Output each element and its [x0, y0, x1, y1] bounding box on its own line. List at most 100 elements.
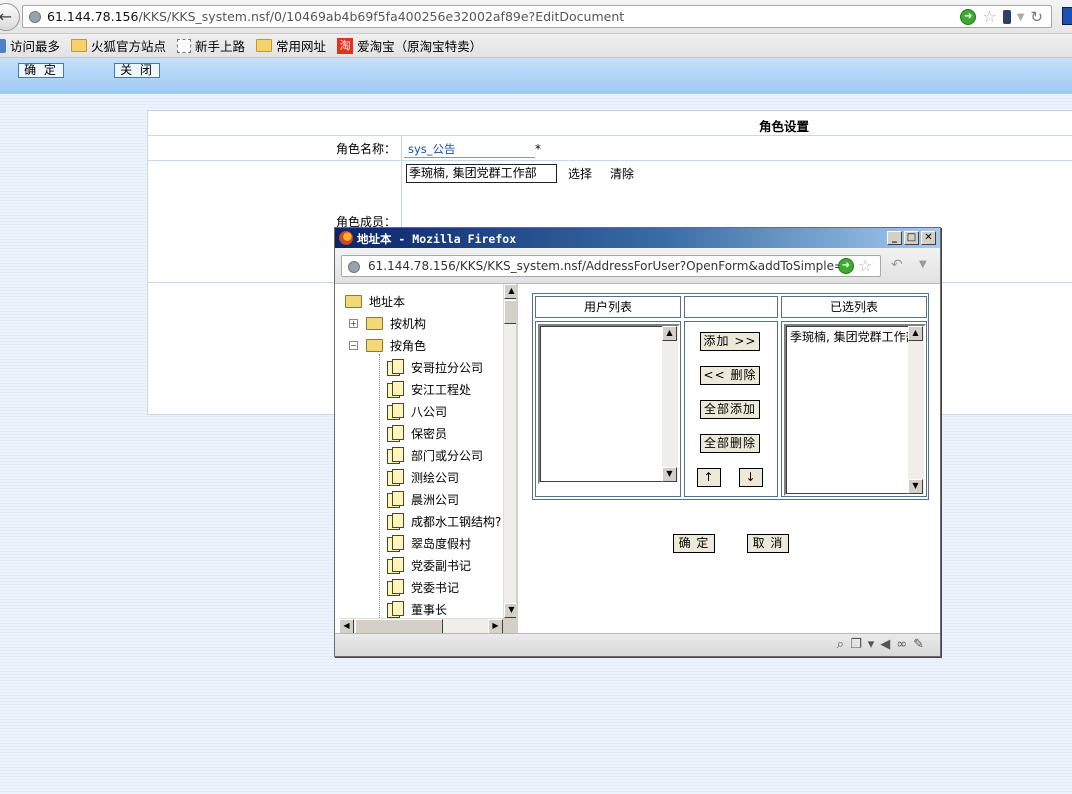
address-book-popup: 地址本 - Mozilla Firefox _ □ ✕ 61.144.78.15…	[334, 227, 941, 657]
scrollbar-corner	[503, 618, 516, 633]
tree-leaf-role[interactable]: 成都水工钢结构?	[387, 512, 501, 530]
scroll-down-icon[interactable]: ▼	[504, 603, 516, 618]
popup-content: 地址本 + 按机构 − 按角色 安哥拉分公司 安江工程处 八公司 保密员 部门或…	[335, 284, 940, 633]
tree-node-by-role[interactable]: − 按角色	[349, 336, 426, 354]
dropdown-arrow-icon[interactable]: ▼	[1017, 12, 1025, 23]
tree-leaf-role[interactable]: 安江工程处	[387, 380, 471, 398]
tree-leaf-role[interactable]: 部门或分公司	[387, 446, 483, 464]
bookmark-getting-started[interactable]: 新手上路	[177, 36, 245, 55]
listbox-scrollbar[interactable]: ▲ ▼	[662, 326, 678, 482]
tree-vertical-scrollbar[interactable]: ▲ ▼	[503, 284, 516, 618]
address-tree-frame: 地址本 + 按机构 − 按角色 安哥拉分公司 安江工程处 八公司 保密员 部门或…	[339, 284, 518, 633]
bookmark-taobao[interactable]: 淘 爱淘宝（原淘宝特卖）	[337, 36, 482, 55]
folder-icon	[71, 39, 88, 52]
tree-leaf-role[interactable]: 董事长	[387, 600, 447, 618]
user-list-header: 用户列表	[535, 296, 681, 318]
scroll-down-icon[interactable]: ▼	[908, 479, 923, 494]
speaker-icon[interactable]: ◀	[880, 637, 890, 652]
search-icon[interactable]: ⌕	[837, 637, 844, 652]
role-icon	[387, 469, 404, 486]
middle-header	[684, 296, 778, 318]
scroll-thumb[interactable]	[504, 300, 516, 324]
popup-navigation-bar: 61.144.78.156/KKS/KKS_system.nsf/Address…	[335, 248, 940, 284]
tree-leaf-role[interactable]: 党委副书记	[387, 556, 471, 574]
remove-button[interactable]: << 删除	[700, 366, 760, 385]
tree-root[interactable]: 地址本	[345, 292, 405, 310]
clear-members-link[interactable]: 清除	[610, 165, 634, 182]
add-button[interactable]: 添加 >>	[700, 332, 760, 351]
bookmark-common-sites[interactable]: 常用网址	[256, 36, 326, 55]
confirm-button[interactable]: 确 定	[18, 63, 64, 78]
role-members-field[interactable]: 季琬楠, 集团党群工作部	[406, 164, 557, 183]
go-arrow-icon[interactable]: ➜	[838, 258, 854, 274]
go-arrow-icon[interactable]: ➜	[960, 9, 977, 25]
tree-leaf-role[interactable]: 党委书记	[387, 578, 459, 596]
tree-leaf-role[interactable]: 安哥拉分公司	[387, 358, 483, 376]
scroll-right-icon[interactable]: ▶	[488, 619, 503, 633]
mask-icon[interactable]: ∞	[896, 637, 907, 652]
role-icon	[387, 403, 404, 420]
listbox-scrollbar[interactable]: ▲ ▼	[908, 326, 924, 494]
reload-icon[interactable]: ↻	[1030, 9, 1043, 25]
role-icon	[387, 425, 404, 442]
tree-leaf-role[interactable]: 晨洲公司	[387, 490, 459, 508]
popup-cancel-button[interactable]: 取 消	[747, 534, 789, 553]
minimize-button[interactable]: _	[887, 231, 902, 245]
expand-plus-icon[interactable]: +	[349, 318, 358, 328]
selected-list-item[interactable]: 季琬楠, 集团党群工作部	[790, 328, 918, 345]
tree-leaf-role[interactable]: 测绘公司	[387, 468, 459, 486]
maximize-button[interactable]: □	[904, 231, 919, 245]
scroll-thumb[interactable]	[355, 619, 443, 633]
bookmark-firefox-site[interactable]: 火狐官方站点	[71, 36, 166, 55]
role-icon	[387, 381, 404, 398]
bookmark-star-icon[interactable]: ☆	[982, 9, 996, 25]
dropdown-arrow-icon[interactable]: ▼	[919, 259, 927, 270]
tree-leaf-role[interactable]: 翠岛度假村	[387, 534, 471, 552]
extension-icon[interactable]	[1062, 7, 1072, 25]
address-bar[interactable]: 61.144.78.156/KKS/KKS_system.nsf/0/10469…	[22, 5, 1052, 28]
scroll-up-icon[interactable]: ▲	[662, 326, 677, 341]
popup-address-bar[interactable]: 61.144.78.156/KKS/KKS_system.nsf/Address…	[341, 255, 881, 277]
popup-title: 地址本 - Mozilla Firefox	[357, 232, 517, 246]
site-identity-icon[interactable]	[348, 261, 360, 273]
user-list-cell: ▲ ▼	[535, 321, 681, 497]
selected-listbox[interactable]: 季琬楠, 集团党群工作部 ▲ ▼	[784, 324, 926, 496]
role-icon	[387, 579, 404, 596]
phone-icon[interactable]	[1002, 10, 1011, 24]
bookmark-most-visited[interactable]: 访问最多	[0, 36, 60, 55]
bookmark-star-icon[interactable]: ☆	[858, 258, 872, 274]
tree-horizontal-scrollbar[interactable]: ◀ ▶	[339, 618, 503, 633]
site-identity-icon[interactable]	[29, 11, 41, 23]
scroll-down-icon[interactable]: ▼	[662, 467, 677, 482]
close-window-button[interactable]: ✕	[921, 231, 936, 245]
tree-leaf-role[interactable]: 八公司	[387, 402, 447, 420]
open-folder-icon	[366, 338, 383, 352]
brush-icon[interactable]: ✎	[913, 637, 924, 652]
popup-ok-button[interactable]: 确 定	[673, 534, 715, 553]
select-members-link[interactable]: 选择	[568, 165, 592, 182]
move-up-button[interactable]: ↑	[697, 468, 721, 487]
add-all-button[interactable]: 全部添加	[700, 400, 760, 419]
close-button[interactable]: 关 闭	[114, 63, 160, 78]
tree-node-by-org[interactable]: + 按机构	[349, 314, 426, 332]
row-divider	[148, 160, 1072, 161]
shirt-icon[interactable]: ▾	[868, 637, 875, 652]
tree-leaf-role[interactable]: 保密员	[387, 424, 447, 442]
move-down-button[interactable]: ↓	[739, 468, 763, 487]
selected-list-header: 已选列表	[781, 296, 927, 318]
scroll-up-icon[interactable]: ▲	[504, 284, 516, 299]
open-folder-icon	[345, 294, 362, 308]
user-listbox[interactable]: ▲ ▼	[538, 324, 680, 484]
window-icon[interactable]: ❐	[850, 637, 862, 652]
collapse-minus-icon[interactable]: −	[349, 340, 358, 350]
back-arrow-icon[interactable]: ↶	[891, 257, 903, 273]
scroll-up-icon[interactable]: ▲	[908, 326, 923, 341]
popup-title-bar[interactable]: 地址本 - Mozilla Firefox _ □ ✕	[335, 228, 940, 248]
role-icon	[387, 491, 404, 508]
role-name-input[interactable]	[404, 140, 535, 158]
firefox-logo-icon	[339, 231, 353, 245]
back-button[interactable]: ←	[0, 3, 20, 31]
scroll-left-icon[interactable]: ◀	[339, 619, 354, 633]
remove-all-button[interactable]: 全部删除	[700, 434, 760, 453]
folder-icon	[366, 316, 383, 330]
